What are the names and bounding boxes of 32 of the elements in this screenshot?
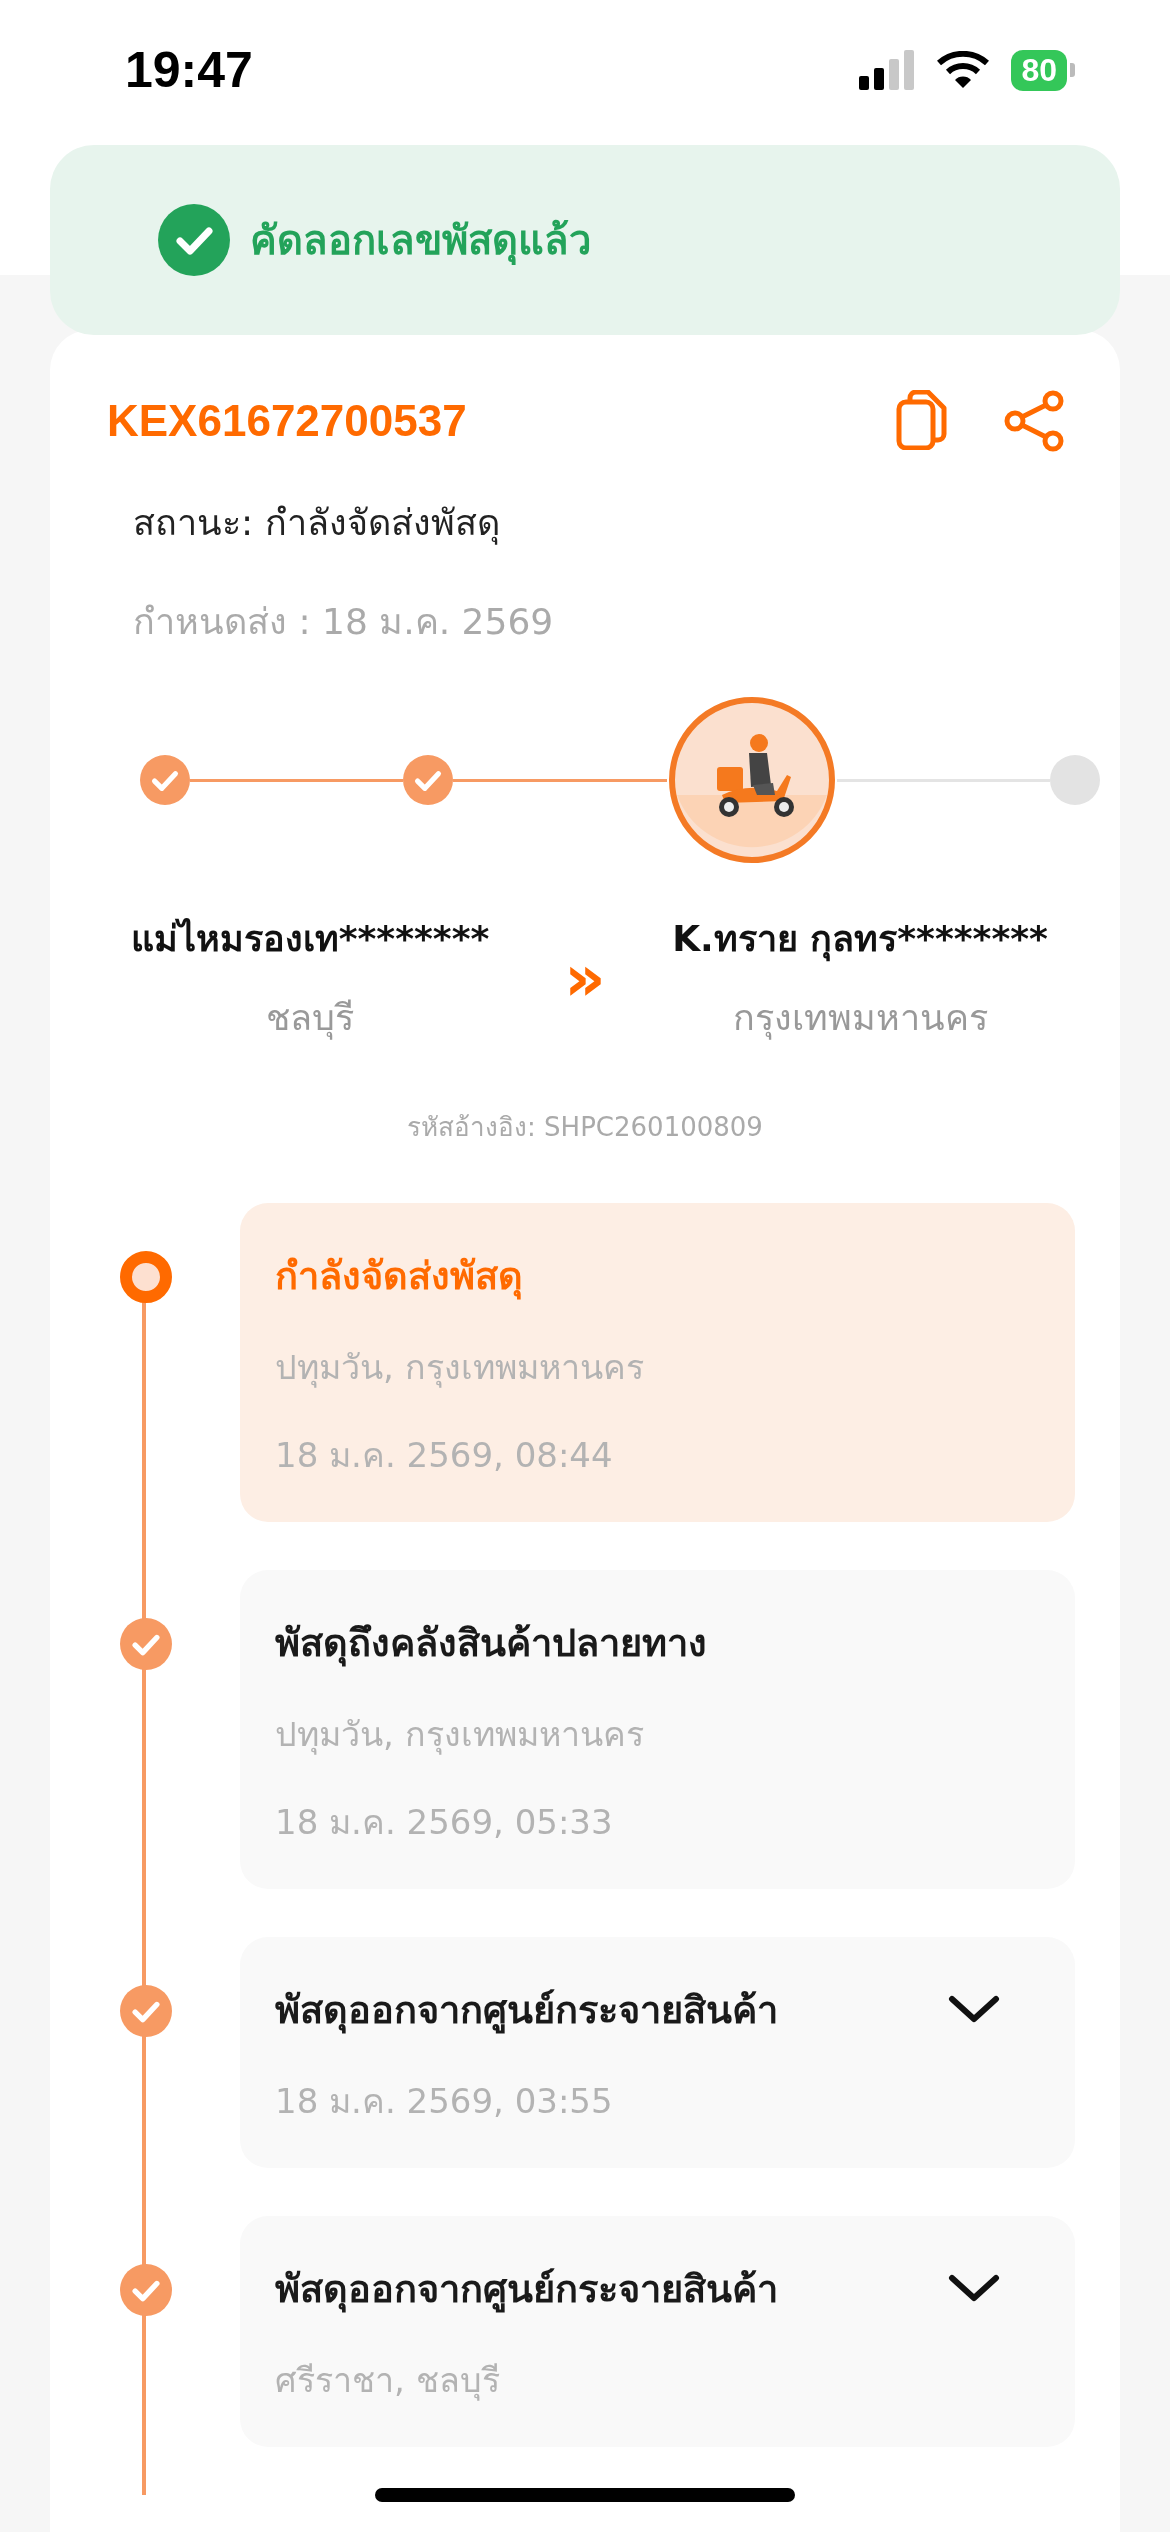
event-time: 18 ม.ค. 2569, 05:33 bbox=[275, 1801, 614, 1844]
event-location: ปทุมวัน, กรุงเทพมหานคร bbox=[275, 1346, 645, 1390]
battery-level: 80 bbox=[1011, 49, 1067, 91]
signal-icon bbox=[859, 50, 916, 90]
event-location: ปทุมวัน, กรุงเทพมหานคร bbox=[275, 1713, 645, 1757]
wifi-icon bbox=[937, 51, 990, 89]
event-title: พัสดุถึงคลังสินค้าปลายทาง bbox=[275, 1620, 707, 1669]
double-chevron-icon: » bbox=[525, 941, 645, 1015]
tracking-event-card[interactable]: พัสดุออกจากศูนย์กระจายสินค้า 18 ม.ค. 2569, 03:55 bbox=[240, 1937, 1075, 2168]
share-icon[interactable] bbox=[1003, 390, 1065, 452]
check-circle-icon bbox=[158, 204, 230, 276]
due-date: กำหนดส่ง : 18 ม.ค. 2569 bbox=[132, 600, 555, 644]
battery-tip-icon bbox=[1070, 63, 1075, 77]
event-title: พัสดุออกจากศูนย์กระจายสินค้า bbox=[275, 2266, 778, 2315]
reference-code: รหัสอ้างอิง: SHPC260100809 bbox=[406, 1111, 764, 1144]
event-title: กำลังจัดส่งพัสดุ bbox=[275, 1253, 523, 1302]
tracking-event-card[interactable]: พัสดุออกจากศูนย์กระจายสินค้า ศรีราชา, ชลบุรี bbox=[240, 2216, 1075, 2447]
event-title: พัสดุออกจากศูนย์กระจายสินค้า bbox=[275, 1987, 778, 2036]
event-location: ศรีราชา, ชลบุรี bbox=[275, 2359, 501, 2403]
delivery-status: สถานะ: กำลังจัดส่งพัสดุ bbox=[132, 501, 501, 547]
event-time: 18 ม.ค. 2569, 03:55 bbox=[275, 2080, 614, 2123]
tracking-number: KEX61672700537 bbox=[107, 396, 467, 446]
receiver-name: K.ทราย กุลทร******** bbox=[672, 910, 1048, 967]
sender-province: ชลบุรี bbox=[266, 996, 354, 1042]
chevron-down-icon[interactable] bbox=[948, 1994, 1000, 2025]
event-time: 18 ม.ค. 2569, 08:44 bbox=[275, 1434, 614, 1477]
receiver-province: กรุงเทพมหานคร bbox=[732, 996, 988, 1042]
toast-message: คัดลอกเลขพัสดุแล้ว bbox=[250, 216, 591, 267]
sender-name: แม่ไหมรองเท******** bbox=[130, 917, 490, 961]
copy-icon[interactable] bbox=[896, 390, 948, 452]
clock-time: 19:47 bbox=[125, 41, 253, 99]
chevron-down-icon[interactable] bbox=[948, 2273, 1000, 2304]
